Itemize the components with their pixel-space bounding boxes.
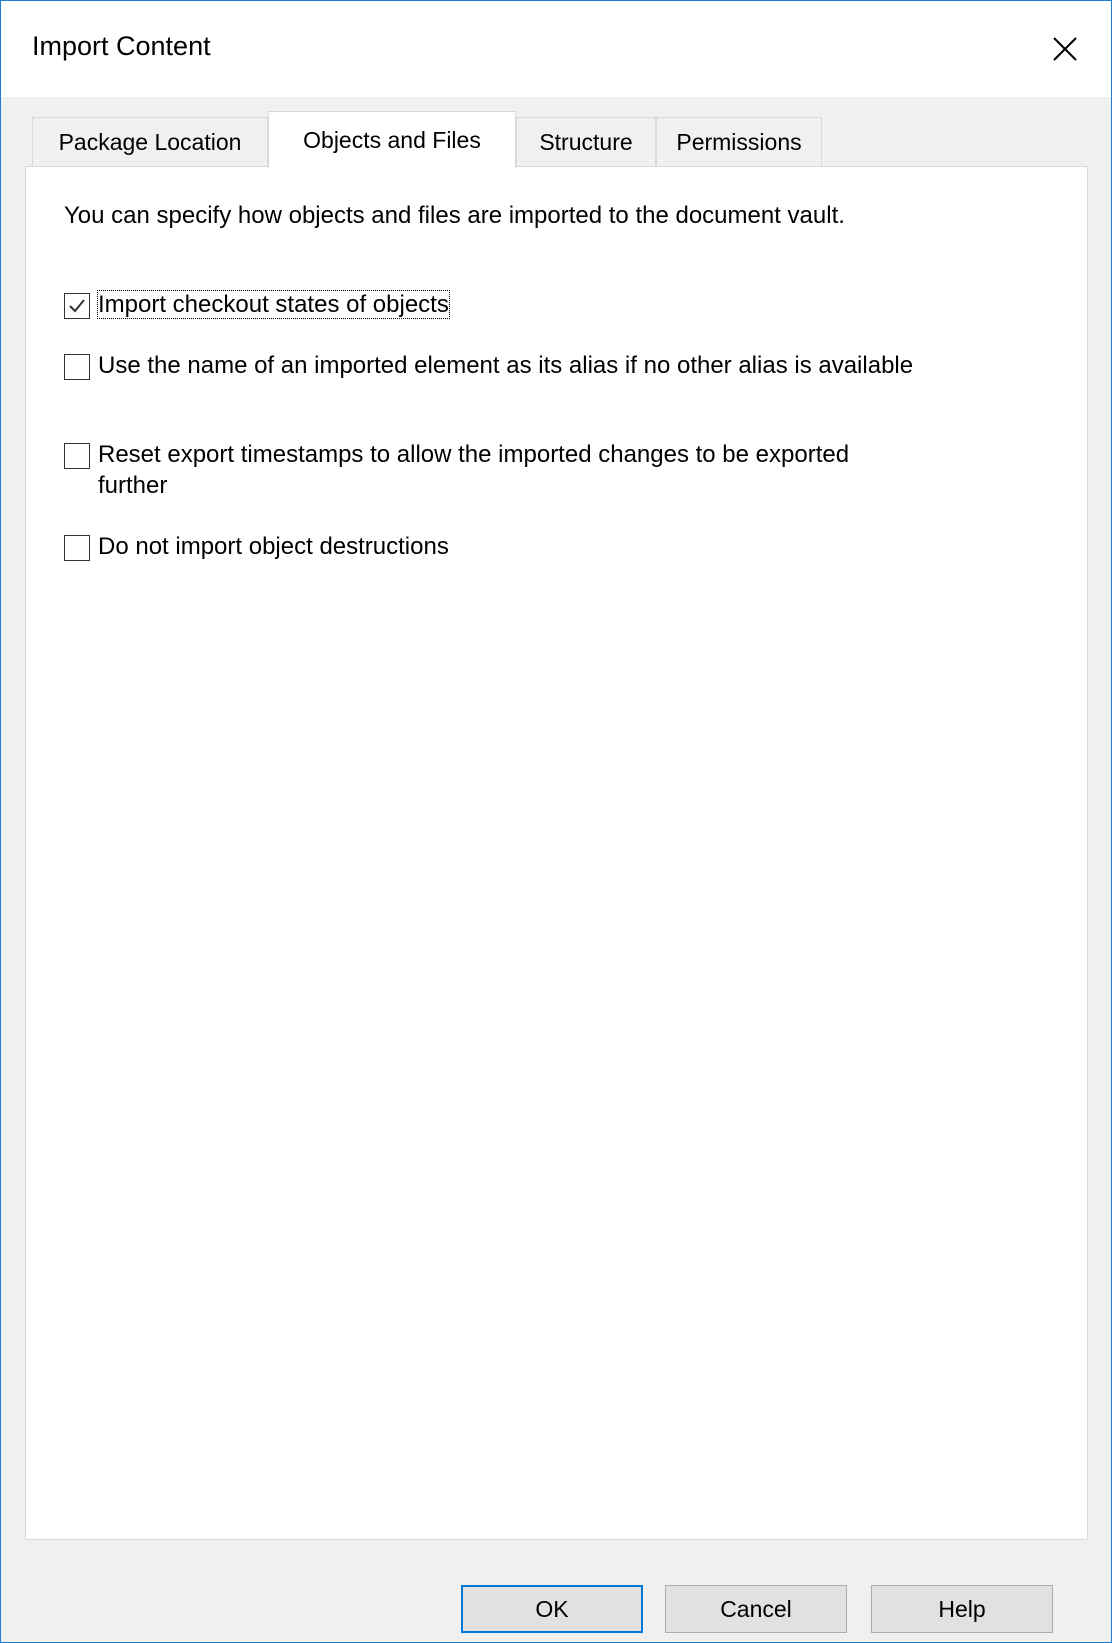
option-do-not-import-destructions[interactable]: Do not import object destructions [64, 531, 978, 562]
tab-label: Objects and Files [303, 126, 481, 153]
tab-strip: Package Location Objects and Files Struc… [32, 111, 1071, 168]
dialog-footer: OK Cancel Help [1, 1556, 1111, 1642]
import-content-dialog: Import Content Package Location Objects … [0, 0, 1112, 1643]
checkmark-icon [69, 299, 85, 313]
tab-label: Package Location [58, 129, 242, 155]
close-button[interactable] [1019, 1, 1111, 97]
tab-structure[interactable]: Structure [516, 117, 656, 167]
checkbox-import-checkout-states[interactable] [64, 293, 90, 319]
tab-label: Structure [539, 129, 633, 155]
help-button[interactable]: Help [871, 1585, 1053, 1633]
cancel-button[interactable]: Cancel [665, 1585, 847, 1633]
close-icon [1053, 37, 1077, 61]
checkbox-use-name-as-alias[interactable] [64, 354, 90, 380]
option-import-checkout-states[interactable]: Import checkout states of objects [64, 289, 978, 320]
title-bar: Import Content [1, 1, 1111, 97]
ok-button[interactable]: OK [461, 1585, 643, 1633]
tab-permissions[interactable]: Permissions [656, 117, 822, 167]
dialog-title: Import Content [32, 31, 211, 61]
tab-label: Permissions [676, 129, 802, 155]
option-use-name-as-alias[interactable]: Use the name of an imported element as i… [64, 350, 978, 381]
panel-description: You can specify how objects and files ar… [64, 202, 845, 229]
checkbox-do-not-import-destructions[interactable] [64, 535, 90, 561]
option-label: Use the name of an imported element as i… [98, 352, 914, 379]
option-label: Import checkout states of objects [97, 290, 450, 319]
tab-package-location[interactable]: Package Location [32, 117, 268, 167]
checkbox-reset-export-timestamps[interactable] [64, 443, 90, 469]
option-reset-export-timestamps[interactable]: Reset export timestamps to allow the imp… [64, 439, 878, 501]
objects-and-files-panel: You can specify how objects and files ar… [25, 166, 1088, 1540]
option-label: Reset export timestamps to allow the imp… [98, 441, 850, 499]
option-label: Do not import object destructions [98, 533, 449, 560]
tab-objects-and-files[interactable]: Objects and Files [268, 111, 516, 168]
